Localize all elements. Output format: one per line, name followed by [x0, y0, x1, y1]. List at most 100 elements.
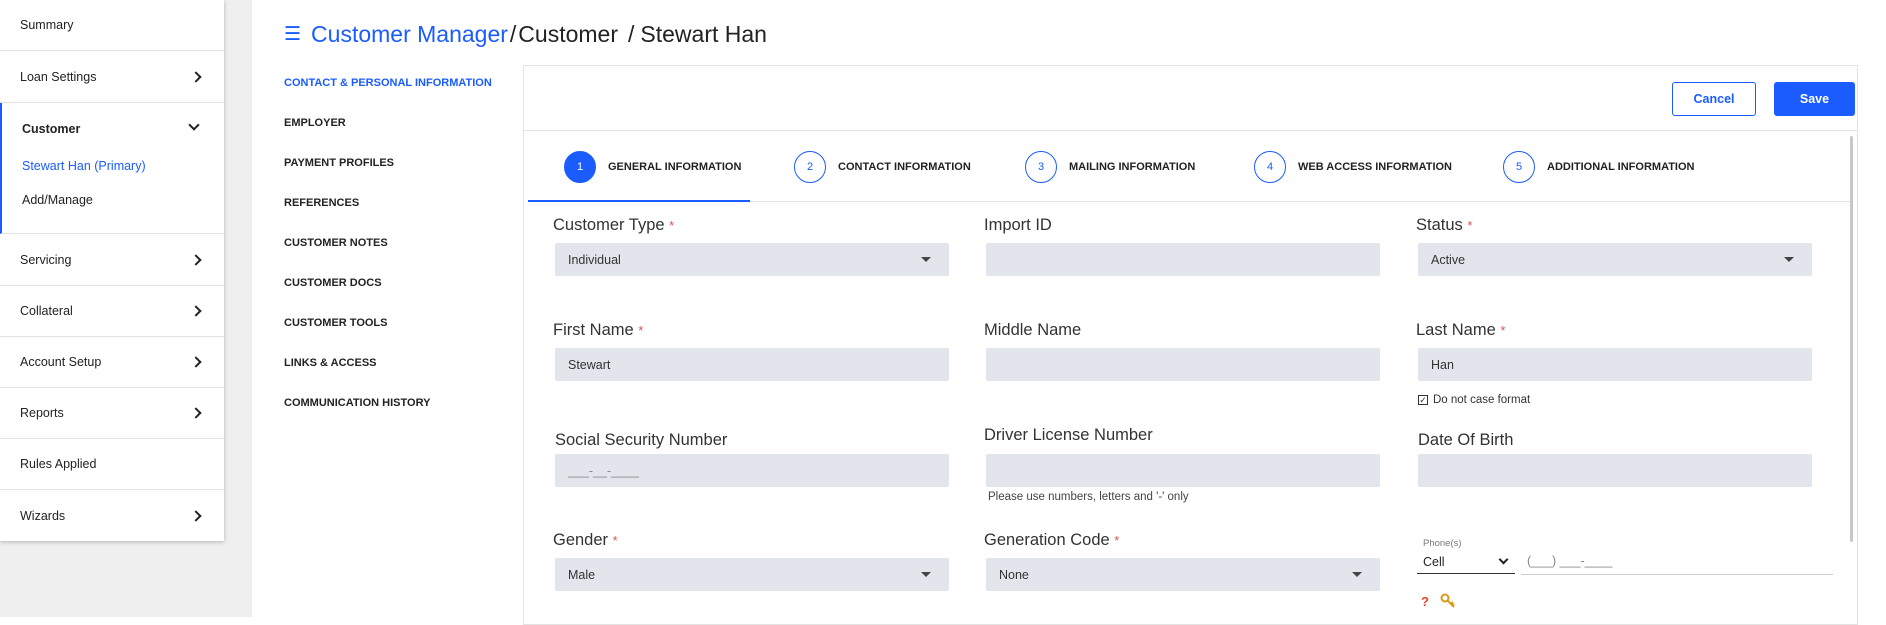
- sidebar-item-label: Servicing: [20, 253, 72, 267]
- chevron-down-icon[interactable]: [188, 119, 200, 131]
- form-steps: 1 GENERAL INFORMATION 2 CONTACT INFORMAT…: [528, 132, 1850, 202]
- sidebar-item-rules-applied[interactable]: Rules Applied: [0, 439, 224, 490]
- sidebar-item-label: Loan Settings: [20, 70, 97, 84]
- step-number: 3: [1025, 151, 1057, 183]
- step-label: MAILING INFORMATION: [1069, 161, 1196, 173]
- section-nav-references[interactable]: REFERENCES: [284, 197, 359, 209]
- hamburger-icon[interactable]: ☰: [284, 23, 301, 46]
- step-web-access-information[interactable]: 4 WEB ACCESS INFORMATION: [1254, 132, 1452, 202]
- breadcrumb-customer[interactable]: Customer: [518, 21, 618, 48]
- step-number: 4: [1254, 151, 1286, 183]
- sidebar-item-customer-label[interactable]: Customer: [22, 122, 80, 136]
- sidebar-item-summary[interactable]: Summary: [0, 0, 224, 51]
- last-name-label: Last Name *: [1416, 321, 1506, 339]
- active-step-indicator: [528, 200, 750, 202]
- page-title: Stewart Han: [640, 20, 767, 47]
- sidebar-item-label: Rules Applied: [20, 457, 97, 471]
- step-additional-information[interactable]: 5 ADDITIONAL INFORMATION: [1503, 132, 1694, 202]
- breadcrumb: ☰ Customer Manager / Customer / Stewart …: [284, 19, 767, 49]
- question-mark-icon[interactable]: ?: [1421, 594, 1429, 609]
- sidebar-subitem-primary-customer[interactable]: Stewart Han (Primary): [22, 159, 146, 173]
- step-number: 2: [794, 151, 826, 183]
- customer-form-panel: Cancel Save 1 GENERAL INFORMATION 2 CONT…: [523, 65, 1858, 625]
- cancel-button[interactable]: Cancel: [1672, 82, 1756, 116]
- section-nav-customer-notes[interactable]: CUSTOMER NOTES: [284, 237, 388, 249]
- step-label: ADDITIONAL INFORMATION: [1547, 161, 1695, 173]
- section-nav-communication-history[interactable]: COMMUNICATION HISTORY: [284, 397, 430, 409]
- dropdown-caret-icon: [921, 572, 931, 577]
- gender-label: Gender *: [553, 531, 618, 549]
- import-id-input[interactable]: [986, 243, 1380, 276]
- chevron-down-icon: [1498, 554, 1509, 565]
- step-number: 1: [564, 151, 596, 183]
- date-of-birth-input[interactable]: [1418, 454, 1812, 487]
- sidebar-item-loan-settings[interactable]: Loan Settings: [0, 52, 224, 103]
- chevron-right-icon: [190, 305, 202, 317]
- sidebar-item-servicing[interactable]: Servicing: [0, 235, 224, 286]
- sidebar-item-label: Wizards: [20, 508, 66, 523]
- customer-type-label: Customer Type *: [553, 216, 675, 234]
- section-nav-employer[interactable]: EMPLOYER: [284, 117, 346, 129]
- section-nav-customer-tools[interactable]: CUSTOMER TOOLS: [284, 317, 388, 329]
- breadcrumb-separator: /: [628, 20, 635, 47]
- first-name-input[interactable]: Stewart: [555, 348, 949, 381]
- step-label: WEB ACCESS INFORMATION: [1298, 161, 1452, 173]
- sidebar-item-label: Reports: [20, 406, 64, 420]
- sidebar-item-label: Collateral: [20, 304, 73, 318]
- driver-license-input[interactable]: [986, 454, 1380, 487]
- customer-type-select[interactable]: Individual: [555, 243, 949, 276]
- sidebar: Summary Loan Settings Customer Stewart H…: [0, 0, 224, 541]
- phone-type-select[interactable]: Cell: [1417, 550, 1515, 574]
- section-nav-contact-personal[interactable]: CONTACT & PERSONAL INFORMATION: [284, 77, 492, 89]
- save-button[interactable]: Save: [1774, 82, 1855, 116]
- checkbox-checked-icon: ✓: [1418, 395, 1428, 405]
- middle-name-label: Middle Name: [984, 321, 1082, 339]
- status-label: Status *: [1416, 216, 1473, 234]
- do-not-case-format-checkbox[interactable]: ✓ Do not case format: [1418, 394, 1530, 406]
- key-icon[interactable]: [1440, 593, 1456, 614]
- sidebar-item-reports[interactable]: Reports: [0, 388, 224, 439]
- step-contact-information[interactable]: 2 CONTACT INFORMATION: [794, 132, 971, 202]
- scrollbar[interactable]: [1850, 136, 1853, 542]
- sidebar-item-collateral[interactable]: Collateral: [0, 286, 224, 337]
- chevron-right-icon: [190, 254, 202, 266]
- phone-label: Phone(s): [1423, 538, 1462, 549]
- last-name-input[interactable]: Han: [1418, 348, 1812, 381]
- breadcrumb-root-link[interactable]: Customer Manager: [311, 21, 508, 48]
- status-select[interactable]: Active: [1418, 243, 1812, 276]
- step-label: CONTACT INFORMATION: [838, 161, 971, 173]
- chevron-right-icon: [190, 509, 202, 522]
- gender-select[interactable]: Male: [555, 558, 949, 591]
- sidebar-item-label: Account Setup: [20, 355, 102, 369]
- phone-input-underline: [1521, 574, 1833, 575]
- ssn-input[interactable]: ___-__-____: [555, 454, 949, 487]
- section-nav-customer-docs[interactable]: CUSTOMER DOCS: [284, 277, 382, 289]
- generation-code-label: Generation Code *: [984, 531, 1120, 549]
- sidebar-item-customer: Customer Stewart Han (Primary) Add/Manag…: [0, 103, 224, 234]
- driver-license-helper: Please use numbers, letters and '-' only: [988, 491, 1189, 503]
- import-id-label: Import ID: [984, 216, 1052, 234]
- step-mailing-information[interactable]: 3 MAILING INFORMATION: [1025, 132, 1195, 202]
- sidebar-item-account-setup[interactable]: Account Setup: [0, 337, 224, 388]
- sidebar-item-label: Summary: [20, 18, 74, 32]
- sidebar-subitem-add-manage[interactable]: Add/Manage: [22, 193, 93, 207]
- breadcrumb-separator: /: [509, 20, 517, 47]
- checkbox-label: Do not case format: [1433, 394, 1531, 406]
- step-number: 5: [1503, 151, 1535, 183]
- step-general-information[interactable]: 1 GENERAL INFORMATION: [564, 132, 741, 202]
- generation-code-select[interactable]: None: [986, 558, 1380, 591]
- sidebar-item-wizards[interactable]: Wizards: [0, 490, 224, 541]
- ssn-label: Social Security Number: [555, 431, 728, 449]
- phone-number-input[interactable]: (___) ___-____: [1527, 554, 1612, 568]
- divider: [524, 130, 1857, 131]
- chevron-right-icon: [190, 407, 202, 419]
- chevron-right-icon: [190, 71, 202, 83]
- chevron-right-icon: [190, 356, 202, 368]
- middle-name-input[interactable]: [986, 348, 1380, 381]
- dropdown-caret-icon: [1784, 257, 1794, 262]
- dropdown-caret-icon: [921, 257, 931, 262]
- step-label: GENERAL INFORMATION: [608, 161, 742, 173]
- section-nav-links-access[interactable]: LINKS & ACCESS: [284, 357, 377, 369]
- section-nav-payment-profiles[interactable]: PAYMENT PROFILES: [284, 157, 394, 169]
- date-of-birth-label: Date Of Birth: [1418, 431, 1514, 449]
